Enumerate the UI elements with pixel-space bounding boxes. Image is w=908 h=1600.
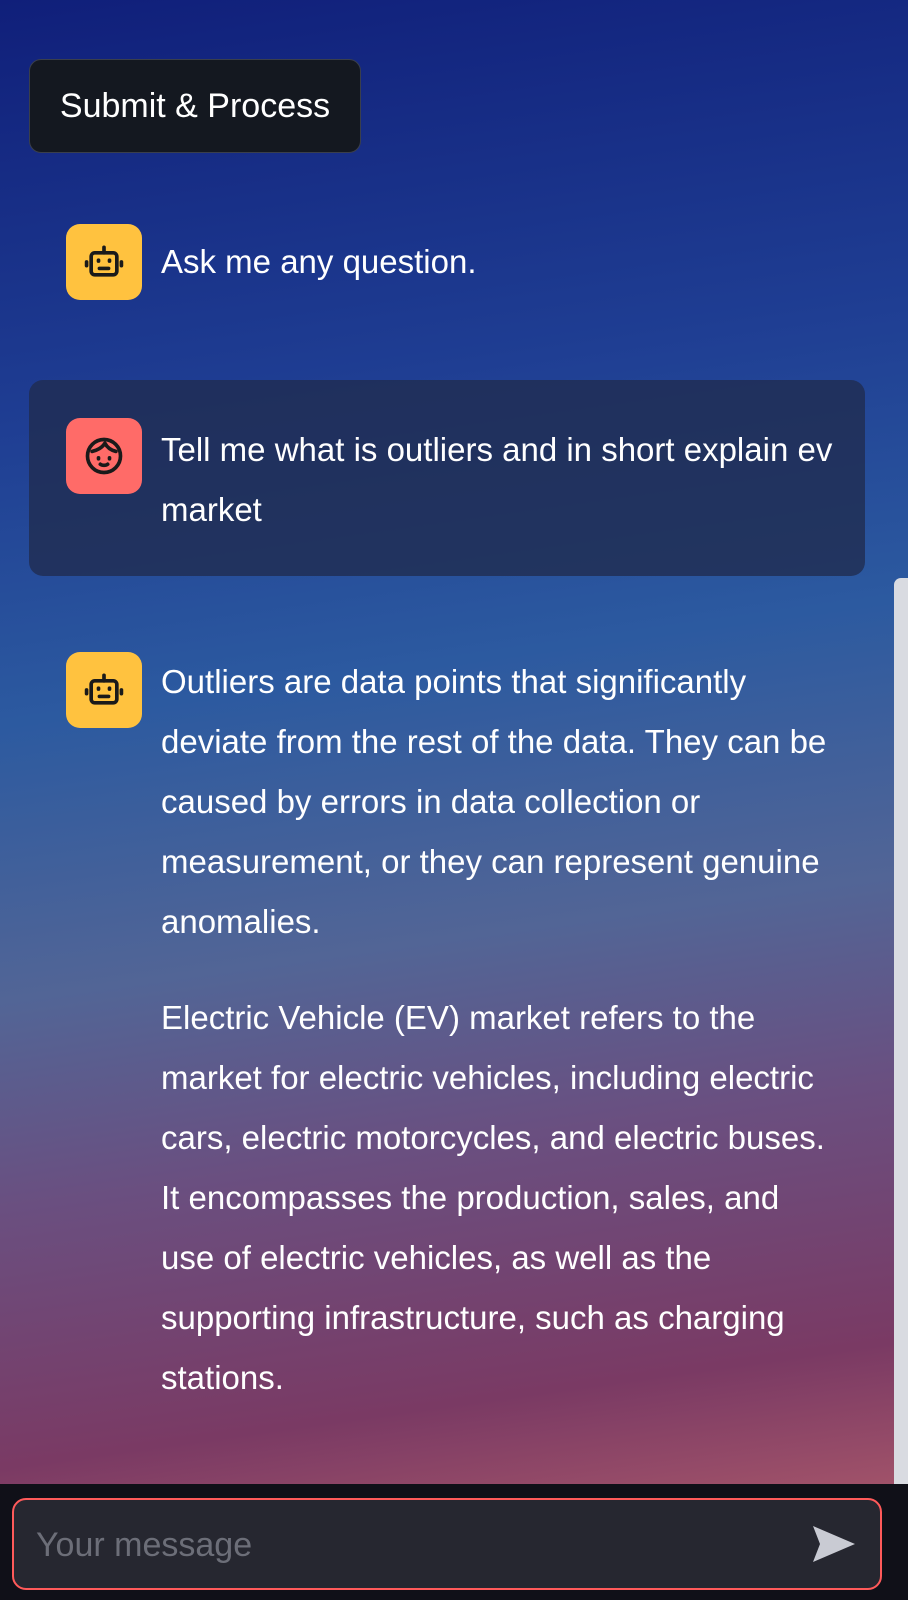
chat-message-assistant: Outliers are data points that significan… — [29, 652, 865, 1432]
chat-app: Submit & Process Ask me any question. Te… — [0, 0, 908, 1600]
chat-message-user: Tell me what is outliers and in short ex… — [29, 380, 865, 576]
message-text: Ask me any question. — [161, 232, 837, 292]
chat-input-bar — [0, 1484, 908, 1600]
message-paragraph: Outliers are data points that significan… — [161, 663, 827, 940]
chat-input-container — [12, 1498, 882, 1590]
message-paragraph: Electric Vehicle (EV) market refers to t… — [161, 999, 825, 1396]
message-text: Tell me what is outliers and in short ex… — [161, 420, 837, 540]
user-face-icon — [66, 418, 142, 494]
robot-icon — [66, 224, 142, 300]
robot-icon — [66, 652, 142, 728]
message-paragraph: Ask me any question. — [161, 243, 477, 280]
chat-message-assistant: Ask me any question. — [29, 224, 865, 314]
message-paragraph: Tell me what is outliers and in short ex… — [161, 431, 833, 528]
message-text: Outliers are data points that significan… — [161, 652, 837, 1408]
send-button[interactable] — [810, 1522, 858, 1566]
send-icon — [813, 1526, 855, 1562]
scrollbar[interactable] — [894, 578, 908, 1528]
submit-process-button[interactable]: Submit & Process — [29, 59, 361, 153]
message-input[interactable] — [34, 1500, 778, 1590]
